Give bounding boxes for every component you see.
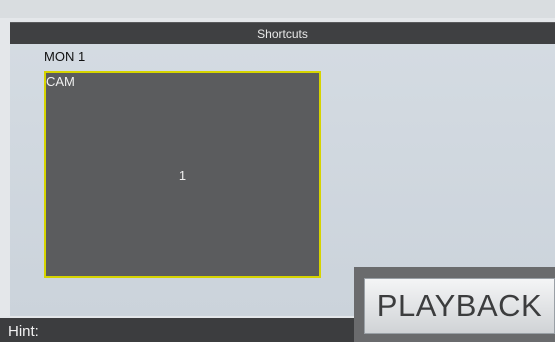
- camera-tile[interactable]: CAM 1: [44, 71, 321, 278]
- top-bezel: [0, 0, 555, 18]
- monitor-label: MON 1: [44, 49, 86, 64]
- playback-button[interactable]: PLAYBACK: [364, 278, 555, 334]
- camera-tile-label: CAM: [46, 74, 75, 89]
- window-title: Shortcuts: [257, 27, 308, 41]
- hint-label: Hint:: [8, 323, 39, 340]
- screen: Shortcuts MON 1 CAM 1 Hint: PLAYBACK: [0, 0, 555, 342]
- camera-tile-number: 1: [178, 168, 187, 183]
- title-bar: Shortcuts: [10, 22, 555, 45]
- playback-button-label: PLAYBACK: [376, 288, 543, 323]
